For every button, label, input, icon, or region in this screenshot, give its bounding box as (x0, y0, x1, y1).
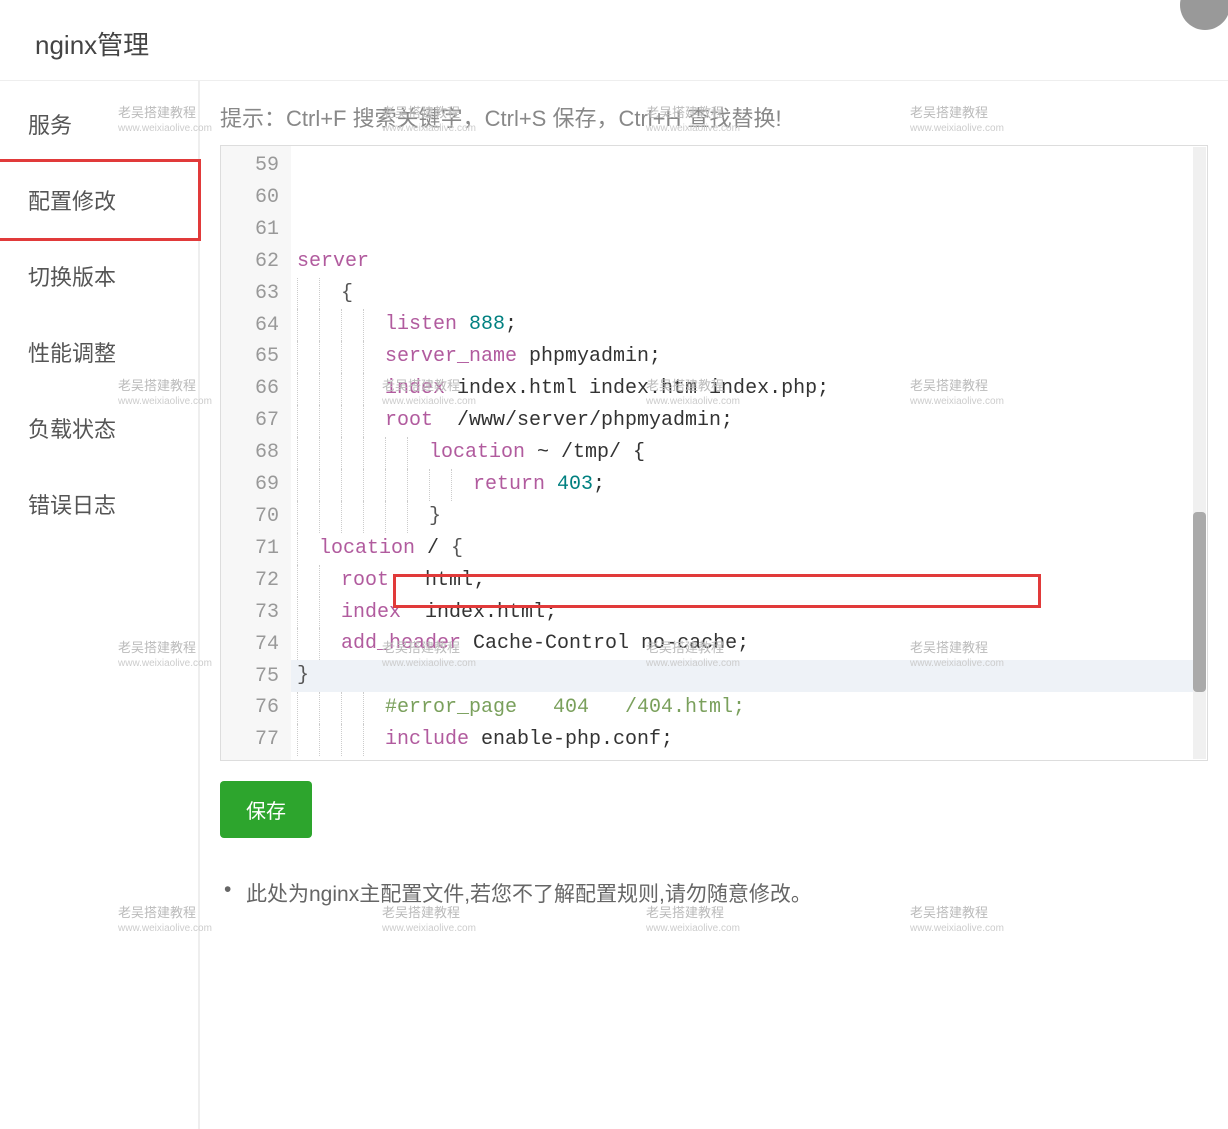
line-number: 70 (221, 501, 279, 533)
sidebar-item-label: 切换版本 (28, 265, 116, 290)
code-token: index (341, 601, 425, 624)
code-token: server_name (385, 345, 529, 368)
sidebar-item-errorlog[interactable]: 错误日志 (0, 466, 198, 542)
sidebar-item-label: 服务 (28, 113, 72, 138)
line-number: 65 (221, 341, 279, 373)
close-icon[interactable] (1180, 0, 1228, 30)
line-number: 74 (221, 629, 279, 661)
sidebar-item-version[interactable]: 切换版本 (0, 238, 198, 314)
line-gutter: 59606162636465666768697071727374757677 (221, 146, 291, 760)
code-token: /www/server/phpmyadmin; (457, 409, 733, 432)
save-button-label: 保存 (246, 801, 286, 823)
line-number: 62 (221, 246, 279, 278)
code-token: } (429, 505, 441, 528)
code-token: 888 (469, 313, 505, 336)
code-token: location (319, 537, 427, 560)
line-number: 66 (221, 373, 279, 405)
code-token: phpmyadmin; (529, 345, 661, 368)
sidebar-item-config[interactable]: 配置修改 (0, 159, 201, 241)
code-token: #error_page 404 /404.html; (385, 696, 745, 719)
sidebar-item-label: 性能调整 (28, 341, 116, 366)
code-token: / (427, 537, 451, 560)
header: nginx管理 (0, 0, 1228, 81)
code-line[interactable]: include enable-php.conf; (297, 724, 1207, 756)
line-number: 60 (221, 182, 279, 214)
code-line[interactable]: return 403; (297, 469, 1207, 501)
code-token: ; (593, 473, 605, 496)
code-line[interactable]: #error_page 404 /404.html; (297, 692, 1207, 724)
code-token: html; (425, 569, 485, 592)
page-title: nginx管理 (35, 30, 149, 60)
config-note: 此处为nginx主配置文件,若您不了解配置规则,请勿随意修改。 (220, 878, 1208, 908)
code-line[interactable]: location / { (297, 533, 1207, 565)
line-number: 59 (221, 150, 279, 182)
line-number: 64 (221, 310, 279, 342)
scrollbar[interactable] (1193, 147, 1206, 759)
code-token: index.html index.htm index.php; (457, 377, 829, 400)
code-area[interactable]: server{listen 888;server_name phpmyadmin… (291, 146, 1207, 760)
line-number: 67 (221, 405, 279, 437)
code-token: add_header (341, 632, 473, 655)
sidebar-item-load[interactable]: 负载状态 (0, 390, 198, 466)
code-token: location (429, 441, 537, 464)
body: 服务 配置修改 切换版本 性能调整 负载状态 错误日志 提示：Ctrl+F 搜索… (0, 81, 1228, 1129)
sidebar-item-performance[interactable]: 性能调整 (0, 314, 198, 390)
code-token: { (341, 282, 353, 305)
sidebar-item-label: 错误日志 (28, 493, 116, 518)
code-token: enable-php.conf; (481, 728, 673, 751)
line-number: 68 (221, 437, 279, 469)
sidebar-item-label: 负载状态 (28, 417, 116, 442)
main: 提示：Ctrl+F 搜索关键字，Ctrl+S 保存，Ctrl+H 查找替换! 5… (200, 81, 1228, 1129)
note-text: 此处为nginx主配置文件,若您不了解配置规则,请勿随意修改。 (246, 883, 812, 906)
line-number: 77 (221, 724, 279, 756)
line-number: 69 (221, 469, 279, 501)
code-line[interactable]: index index.html; (297, 597, 1207, 629)
code-token: root (385, 409, 457, 432)
sidebar: 服务 配置修改 切换版本 性能调整 负载状态 错误日志 (0, 81, 200, 1129)
code-token: listen (385, 313, 469, 336)
code-line[interactable]: listen 888; (297, 309, 1207, 341)
code-line[interactable]: { (297, 278, 1207, 310)
code-line[interactable]: server_name phpmyadmin; (297, 341, 1207, 373)
code-token: 403 (557, 473, 593, 496)
line-number: 61 (221, 214, 279, 246)
line-number: 76 (221, 692, 279, 724)
code-token: { (451, 537, 463, 560)
save-button[interactable]: 保存 (220, 781, 312, 838)
code-editor[interactable]: 59606162636465666768697071727374757677 s… (220, 145, 1208, 761)
code-line[interactable]: root html; (297, 565, 1207, 597)
code-line[interactable]: } (297, 501, 1207, 533)
code-token: ; (505, 313, 517, 336)
code-token: index.html; (425, 601, 557, 624)
sidebar-item-label: 配置修改 (28, 189, 116, 214)
code-line[interactable]: index index.html index.htm index.php; (297, 373, 1207, 405)
code-line[interactable]: location ~ /tmp/ { (297, 437, 1207, 469)
code-token: } (297, 664, 309, 687)
code-token: Cache-Control no-cache; (473, 632, 749, 655)
code-token: server (297, 250, 369, 273)
line-number: 73 (221, 597, 279, 629)
code-line[interactable]: server (297, 246, 1207, 278)
code-token: index (385, 377, 457, 400)
code-token: return (473, 473, 557, 496)
code-token: ~ /tmp/ { (537, 441, 645, 464)
code-token: include (385, 728, 481, 751)
line-number: 71 (221, 533, 279, 565)
line-number: 72 (221, 565, 279, 597)
code-line[interactable]: add_header Cache-Control no-cache; (297, 628, 1207, 660)
sidebar-item-service[interactable]: 服务 (0, 86, 198, 162)
code-token: root (341, 569, 425, 592)
hint-text: 提示：Ctrl+F 搜索关键字，Ctrl+S 保存，Ctrl+H 查找替换! (220, 101, 1208, 133)
code-line[interactable]: } (291, 660, 1193, 692)
line-number: 75 (221, 661, 279, 693)
code-line[interactable] (297, 214, 1207, 246)
code-line[interactable]: root /www/server/phpmyadmin; (297, 405, 1207, 437)
line-number: 63 (221, 278, 279, 310)
code-line[interactable] (297, 756, 1207, 760)
scroll-thumb[interactable] (1193, 512, 1206, 692)
